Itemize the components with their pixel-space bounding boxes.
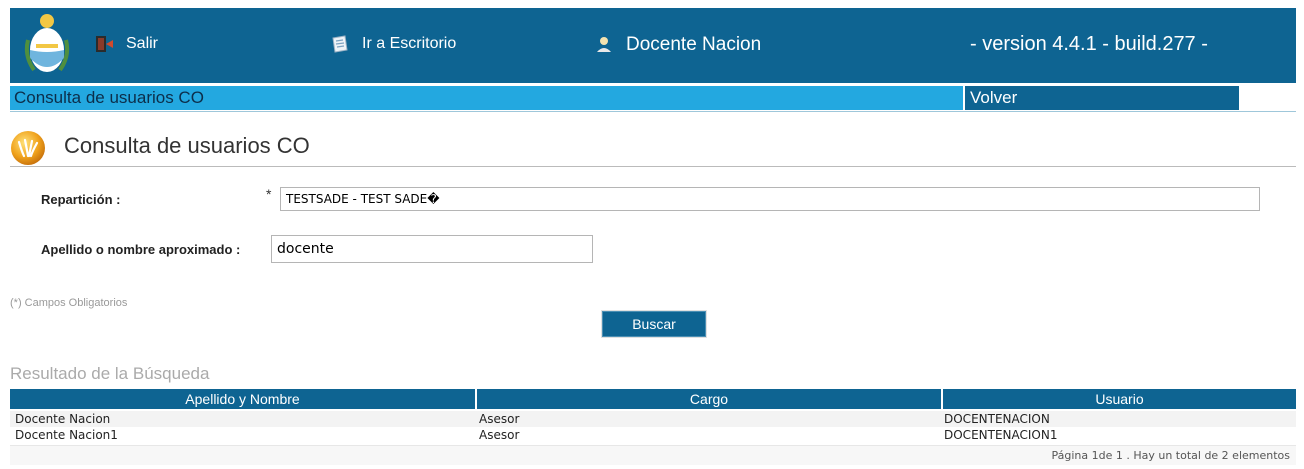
- salir-label: Salir: [126, 35, 159, 52]
- cell-apellido: Docente Nacion: [15, 412, 111, 426]
- cell-apellido: Docente Nacion1: [15, 428, 118, 442]
- table-footer: Página 1de 1 . Hay un total de 2 element…: [10, 445, 1296, 465]
- volver-button[interactable]: Volver: [963, 86, 1239, 110]
- volver-label: Volver: [970, 88, 1018, 107]
- column-header-cargo[interactable]: Cargo: [477, 389, 941, 409]
- reparticion-label: Repartición :: [41, 192, 121, 207]
- cell-usuario: DOCENTENACION1: [944, 428, 1058, 442]
- column-header-usuario[interactable]: Usuario: [943, 389, 1296, 409]
- results-title: Resultado de la Búsqueda: [10, 364, 210, 383]
- subbar-title: Consulta de usuarios CO: [14, 88, 204, 107]
- version-text: - version 4.4.1 - build.277 -: [970, 33, 1208, 55]
- cell-cargo: Asesor: [479, 412, 520, 426]
- table-row[interactable]: Docente Nacion Asesor DOCENTENACION: [10, 411, 1296, 427]
- pagination-text: Página 1de 1 . Hay un total de 2 element…: [1051, 449, 1290, 462]
- reparticion-input[interactable]: TESTSADE - TEST SADE�: [280, 187, 1260, 211]
- table-header: Apellido y Nombre Cargo Usuario: [10, 389, 1296, 409]
- table-row[interactable]: Docente Nacion1 Asesor DOCENTENACION1: [10, 427, 1296, 443]
- divider: [10, 111, 1296, 112]
- apellido-label: Apellido o nombre aproximado :: [41, 242, 241, 257]
- current-user: Docente Nacion: [594, 34, 761, 56]
- cell-cargo: Asesor: [479, 428, 520, 442]
- required-fields-note: (*) Campos Obligatorios: [10, 297, 128, 309]
- required-marker: *: [266, 186, 272, 202]
- salir-link[interactable]: Salir: [94, 34, 158, 54]
- cell-usuario: DOCENTENACION: [944, 412, 1050, 426]
- exit-door-icon: [96, 36, 113, 52]
- buscar-button[interactable]: Buscar: [602, 311, 706, 337]
- apellido-nombre-input[interactable]: docente: [271, 235, 593, 263]
- magnifier-badge-icon: [11, 131, 45, 165]
- coat-of-arms-icon: [24, 14, 70, 72]
- top-header: Salir Ir a Escritorio Docente Nacion - v…: [10, 8, 1296, 83]
- current-user-name: Docente Nacion: [626, 34, 762, 55]
- column-header-apellido[interactable]: Apellido y Nombre: [10, 389, 475, 409]
- page-title: Consulta de usuarios CO: [64, 133, 310, 158]
- divider: [10, 166, 1296, 167]
- sub-navigation-bar: Consulta de usuarios CO Volver: [10, 86, 1239, 110]
- ir-a-escritorio-link[interactable]: Ir a Escritorio: [330, 34, 456, 54]
- user-icon: [597, 37, 611, 52]
- desktop-shortcut-icon: [332, 35, 348, 53]
- ir-a-escritorio-label: Ir a Escritorio: [362, 35, 457, 52]
